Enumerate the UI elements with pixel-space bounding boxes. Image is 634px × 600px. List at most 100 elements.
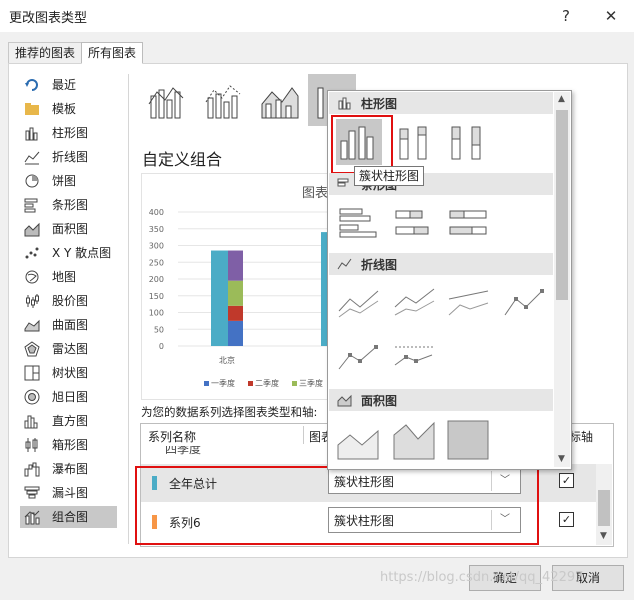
bar <box>228 320 243 346</box>
bar <box>228 305 243 321</box>
tab-recommended[interactable]: 推荐的图表 <box>8 42 83 63</box>
scroll-up-icon[interactable]: ▲ <box>558 94 565 104</box>
area-chart-icon <box>337 394 352 407</box>
column-line-secondary-icon <box>205 85 241 119</box>
sunburst-icon <box>24 389 40 405</box>
x-tick-label: 北京 <box>219 355 235 365</box>
bar <box>228 250 243 281</box>
sidebar-item-label: 折线图 <box>52 150 89 164</box>
sidebar-item[interactable]: 折线图 <box>20 146 117 168</box>
chart-type-gallery[interactable]: 柱形图 条形图 折线图 面积图 <box>327 90 572 470</box>
sidebar-item[interactable]: 直方图 <box>20 410 117 432</box>
y-tick-label: 300 <box>149 242 164 251</box>
highlight-box <box>135 466 539 545</box>
help-button[interactable]: ? <box>554 4 578 28</box>
y-tick-label: 50 <box>154 325 164 334</box>
pie-chart-icon <box>24 173 40 189</box>
y-tick-label: 100 <box>149 309 164 318</box>
combo-thumb-3[interactable] <box>256 74 304 126</box>
section-title: 自定义组合 <box>142 150 223 169</box>
stock-chart-icon <box>24 293 40 309</box>
bar-chart-icon <box>24 197 40 213</box>
tab-all-charts[interactable]: 所有图表 <box>81 42 144 64</box>
bar-chart-icon <box>337 178 349 187</box>
sidebar-item[interactable]: 曲面图 <box>20 314 117 336</box>
series-prompt: 为您的数据系列选择图表类型和轴: <box>141 405 318 419</box>
scroll-down-icon[interactable]: ▼ <box>558 454 565 464</box>
sidebar-item[interactable]: 雷达图 <box>20 338 117 360</box>
grid-scrollbar[interactable]: ▼ <box>596 464 612 545</box>
map-icon <box>24 269 40 285</box>
sidebar-item-label: 组合图 <box>52 510 89 524</box>
col-header-name: 系列名称 <box>148 430 197 444</box>
sidebar-item-label: 地图 <box>52 270 77 284</box>
percent-column-option[interactable] <box>446 119 492 165</box>
y-tick-label: 400 <box>149 208 164 217</box>
percent-line-icon <box>448 290 489 316</box>
sidebar-item[interactable]: 箱形图 <box>20 434 117 456</box>
sidebar-item[interactable]: 模板 <box>20 98 117 120</box>
percent-stacked-bar-icon <box>449 210 487 235</box>
scroll-down-icon[interactable]: ▼ <box>600 531 607 541</box>
percent-area-option[interactable] <box>446 417 492 463</box>
sidebar-item[interactable]: 最近 <box>20 74 117 96</box>
legend-label: 一季度 <box>211 378 235 388</box>
line-chart-icon <box>337 258 352 270</box>
sidebar-item-label: 股价图 <box>52 294 89 308</box>
secondary-axis-checkbox[interactable]: ✓ <box>559 512 574 527</box>
sidebar-item-label: 雷达图 <box>52 342 89 356</box>
stacked-column-icon <box>399 126 427 160</box>
close-button[interactable]: ✕ <box>599 4 623 28</box>
percent-area-icon <box>447 420 489 460</box>
scatter-chart-icon <box>24 245 40 261</box>
sidebar-item[interactable]: 股价图 <box>20 290 117 312</box>
stacked-column-option[interactable] <box>392 119 438 165</box>
percent-line-option[interactable] <box>446 281 492 327</box>
sidebar-item-label: 瀑布图 <box>52 462 89 476</box>
combo-thumb-2[interactable] <box>200 74 248 126</box>
area-option[interactable] <box>336 417 382 463</box>
sidebar-item[interactable]: 饼图 <box>20 170 117 192</box>
stacked-area-option[interactable] <box>392 417 438 463</box>
sidebar-item[interactable]: 树状图 <box>20 362 117 384</box>
y-tick-label: 350 <box>149 225 164 234</box>
boxplot-icon <box>24 437 40 453</box>
sidebar-item[interactable]: 地图 <box>20 266 117 288</box>
stacked-bar-icon <box>395 210 429 235</box>
line-markers-option[interactable] <box>502 281 548 327</box>
sidebar-item-label: 面积图 <box>52 222 89 236</box>
scroll-thumb[interactable] <box>556 110 568 300</box>
column-chart-icon <box>338 97 351 110</box>
clustered-bar-option[interactable] <box>336 201 382 247</box>
percent-bar-option[interactable] <box>446 201 492 247</box>
sidebar-item[interactable]: 柱形图 <box>20 122 117 144</box>
sidebar-item[interactable]: 条形图 <box>20 194 117 216</box>
stacked-area-icon <box>393 421 435 460</box>
sidebar-item[interactable]: 瀑布图 <box>20 458 117 480</box>
sidebar-item[interactable]: 漏斗图 <box>20 482 117 504</box>
sidebar-item-label: 树状图 <box>52 366 89 380</box>
stacked-line-option[interactable] <box>392 281 438 327</box>
bar <box>211 250 228 346</box>
scroll-thumb[interactable] <box>598 490 610 526</box>
sidebar-item[interactable]: 旭日图 <box>20 386 117 408</box>
line-option[interactable] <box>336 281 382 327</box>
sidebar-item[interactable]: 组合图 <box>20 506 117 528</box>
stacked-bar-option[interactable] <box>392 201 438 247</box>
gallery-section-header: 折线图 <box>329 253 553 275</box>
percent-line-markers-option[interactable] <box>392 335 438 381</box>
sidebar-item-label: 旭日图 <box>52 390 89 404</box>
y-tick-label: 0 <box>159 342 164 351</box>
sidebar-item-label: 饼图 <box>52 174 77 188</box>
combo-thumb-1[interactable] <box>143 74 191 126</box>
stacked-line-icon <box>394 288 435 316</box>
partial-row: 四季度 <box>165 446 202 455</box>
secondary-axis-checkbox[interactable]: ✓ <box>559 473 574 488</box>
stacked-line-markers-option[interactable] <box>336 335 382 381</box>
sidebar-item[interactable]: X Y 散点图 <box>20 242 117 264</box>
sidebar-item-label: 模板 <box>52 102 77 116</box>
sidebar-item[interactable]: 面积图 <box>20 218 117 240</box>
sidebar-item-label: 曲面图 <box>52 318 89 332</box>
gallery-scrollbar[interactable]: ▲ ▼ <box>554 92 570 467</box>
combo-chart-icon <box>24 509 40 525</box>
